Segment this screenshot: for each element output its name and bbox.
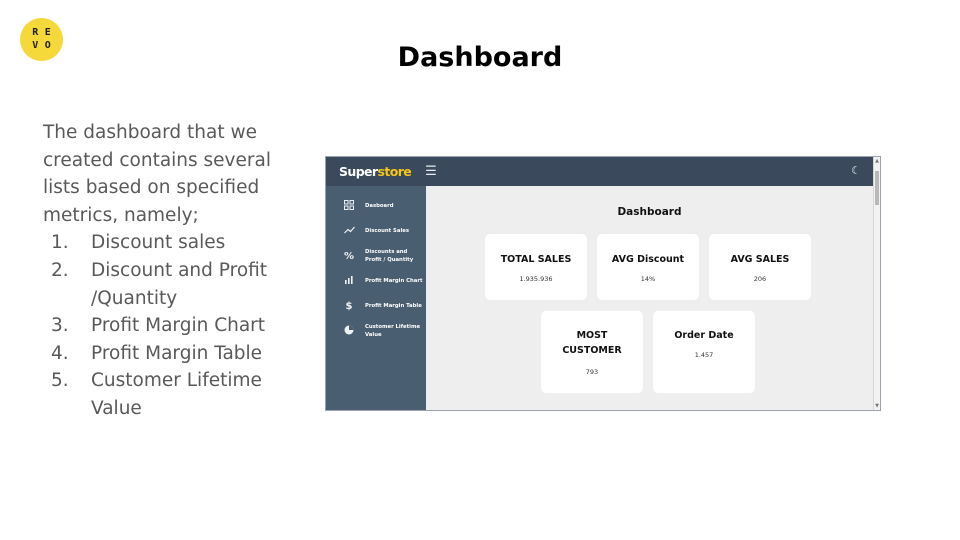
logo-letter: R [32, 26, 39, 38]
brand-part2: store [377, 164, 412, 179]
stat-card-order-date: Order Date 1.457 [653, 311, 755, 393]
list-number: 2. [51, 259, 69, 281]
dollar-icon: $ [345, 300, 353, 312]
card-title: AVG Discount [611, 254, 685, 265]
sidebar-item-label: Profit Margin Chart [365, 278, 423, 284]
app-main: Dashboard TOTAL SALES 1.935.936 AVG Disc… [426, 186, 873, 410]
brand-part1: Super [339, 164, 378, 179]
sidebar-item-profit-margin-chart[interactable]: Profit Margin Chart [326, 273, 426, 289]
card-value: 14% [640, 275, 656, 283]
list-number: 5. [51, 370, 69, 392]
list-item: 5. Customer Lifetime Value [43, 367, 303, 422]
list-text: Discount sales [91, 232, 226, 254]
trend-line-icon [343, 226, 355, 237]
percent-icon: % [343, 250, 355, 262]
list-number: 1. [51, 232, 69, 254]
scroll-down-icon[interactable]: ▼ [874, 403, 880, 409]
list-number: 4. [51, 342, 69, 364]
description: The dashboard that we created contains s… [43, 119, 303, 423]
card-title: AVG SALES [730, 254, 790, 265]
sidebar-item-label: Dasboard [365, 203, 394, 209]
app-topbar: Superstore ☰ ☾ [326, 157, 873, 186]
sidebar-item-label: Discount Sales [365, 228, 410, 234]
list-text: Discount and Profit /Quantity [91, 259, 268, 309]
card-title: Order Date [674, 330, 734, 341]
list-item: 2. Discount and Profit /Quantity [43, 257, 303, 312]
stat-card-total-sales: TOTAL SALES 1.935.936 [485, 234, 587, 300]
list-text: Profit Margin Chart [91, 315, 266, 337]
card-value: 793 [585, 368, 599, 376]
moon-icon[interactable]: ☾ [851, 164, 861, 177]
dashboard-screenshot: Superstore ☰ ☾ ▲ ▼ Dasboard Discount Sal… [325, 156, 881, 411]
hamburger-icon[interactable]: ☰ [425, 164, 437, 179]
brand-logo[interactable]: Superstore [339, 164, 412, 179]
sidebar-item-profit-margin-table[interactable]: $ Profit Margin Table [326, 298, 426, 314]
card-value: 1.457 [694, 351, 714, 359]
card-title: TOTAL SALES [500, 254, 572, 265]
grid-icon [343, 199, 355, 213]
list-item: 4. Profit Margin Table [43, 340, 303, 368]
intro-text: The dashboard that we created contains s… [43, 122, 271, 226]
stat-card-most-customer: MOST CUSTOMER 793 [541, 311, 643, 393]
pie-icon [343, 325, 355, 338]
sidebar-item-label: Customer Lifetime Value [365, 324, 421, 338]
sidebar-item-label: Profit Margin Table [365, 303, 422, 309]
scroll-up-icon[interactable]: ▲ [874, 158, 880, 164]
list-number: 3. [51, 315, 69, 337]
sidebar-item-discount-profit[interactable]: % Discounts and Profit / Quantity [326, 248, 426, 264]
scrollbar[interactable]: ▲ ▼ [873, 157, 880, 410]
list-text: Customer Lifetime Value [91, 370, 262, 419]
sidebar-item-label: Discounts and Profit / Quantity [365, 249, 414, 263]
list-text: Profit Margin Table [91, 342, 263, 364]
bar-chart-icon [343, 275, 355, 287]
sidebar-item-dashboard[interactable]: Dasboard [326, 198, 426, 214]
scrollbar-thumb[interactable] [875, 171, 879, 205]
card-value: 206 [753, 275, 767, 283]
logo-letter: E [44, 26, 51, 38]
sidebar-item-customer-lifetime-value[interactable]: Customer Lifetime Value [326, 323, 426, 339]
app-sidebar: Dasboard Discount Sales % Discounts and … [326, 186, 426, 410]
sidebar-item-discount-sales[interactable]: Discount Sales [326, 223, 426, 239]
card-title: MOST CUSTOMER [562, 330, 622, 356]
slide-title: Dashboard [397, 42, 563, 73]
metrics-list: 1. Discount sales 2. Discount and Profit /… [43, 229, 303, 422]
stat-card-avg-discount: AVG Discount 14% [597, 234, 699, 300]
list-item: 3. Profit Margin Chart [43, 312, 303, 340]
card-value: 1.935.936 [519, 275, 553, 283]
page-title: Dashboard [617, 206, 682, 218]
list-item: 1. Discount sales [43, 229, 303, 257]
stat-card-avg-sales: AVG SALES 206 [709, 234, 811, 300]
